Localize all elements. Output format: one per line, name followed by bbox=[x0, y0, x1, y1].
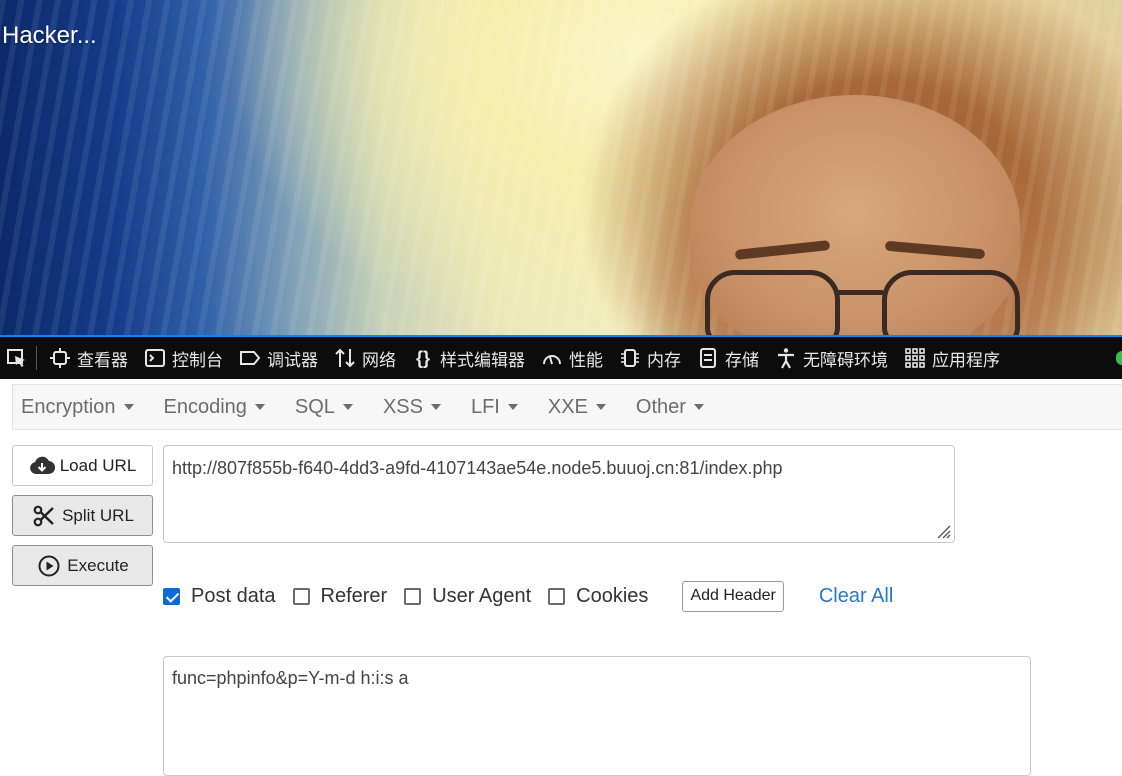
devtools-tab-memory[interactable]: 内存 bbox=[613, 337, 691, 379]
inspector-icon bbox=[49, 347, 71, 369]
post-data-option[interactable]: Post data bbox=[163, 585, 276, 608]
menu-label: Encoding bbox=[163, 395, 247, 418]
element-picker-icon[interactable] bbox=[0, 337, 34, 379]
devtools-tab-console[interactable]: 控制台 bbox=[138, 337, 233, 379]
devtools-tab-label: 网络 bbox=[362, 350, 396, 370]
page-background-image: Hacker... bbox=[0, 0, 1122, 335]
clear-all-link[interactable]: Clear All bbox=[819, 585, 893, 608]
menu-label: SQL bbox=[294, 395, 335, 418]
user-agent-option[interactable]: User Agent bbox=[404, 585, 531, 608]
load-url-label: Load URL bbox=[59, 455, 137, 475]
page-overlay-text: Hacker... bbox=[2, 22, 97, 49]
request-options-row: Post data Referer User Agent Cookies Add… bbox=[163, 580, 893, 612]
toolbar-separator bbox=[36, 346, 37, 370]
devtools-tab-label: 控制台 bbox=[172, 350, 223, 370]
debugger-icon bbox=[239, 347, 261, 369]
menu-label: XSS bbox=[382, 395, 423, 418]
resize-grip-icon[interactable] bbox=[933, 521, 951, 539]
referer-checkbox[interactable] bbox=[292, 587, 310, 605]
split-url-button[interactable]: Split URL bbox=[12, 495, 153, 536]
menu-other[interactable]: Other bbox=[628, 396, 712, 419]
split-url-label: Split URL bbox=[62, 505, 134, 525]
devtools-tab-label: 存储 bbox=[725, 350, 759, 370]
menu-xxe[interactable]: XXE bbox=[540, 396, 614, 419]
post-data-label: Post data bbox=[191, 584, 276, 607]
devtools-tab-debugger[interactable]: 调试器 bbox=[233, 337, 328, 379]
caret-down-icon bbox=[693, 404, 704, 410]
console-icon bbox=[144, 347, 166, 369]
caret-down-icon bbox=[254, 404, 265, 410]
image-glasses-bridge bbox=[834, 290, 884, 295]
post-data-checkbox[interactable] bbox=[163, 587, 180, 605]
menu-label: LFI bbox=[470, 395, 500, 418]
storage-icon bbox=[697, 347, 719, 369]
user-agent-checkbox[interactable] bbox=[404, 587, 422, 605]
cloud-download-icon bbox=[29, 455, 55, 477]
add-header-button[interactable]: Add Header bbox=[682, 580, 784, 612]
devtools-tab-storage[interactable]: 存储 bbox=[691, 337, 769, 379]
user-agent-label: User Agent bbox=[432, 584, 532, 607]
menu-label: Encryption bbox=[21, 395, 116, 418]
menu-label: XXE bbox=[547, 395, 588, 418]
image-glasses-left-lens bbox=[705, 270, 840, 335]
url-textarea[interactable]: http://807f855b-f640-4dd3-a9fd-4107143ae… bbox=[163, 445, 955, 543]
devtools-tab-application[interactable]: 应用程序 bbox=[898, 337, 1010, 379]
menu-label: Other bbox=[635, 395, 686, 418]
referer-label: Referer bbox=[320, 584, 388, 607]
scissors-icon bbox=[31, 505, 57, 527]
menu-lfi[interactable]: LFI bbox=[463, 396, 526, 419]
devtools-tab-style-editor[interactable]: {} 样式编辑器 bbox=[406, 337, 535, 379]
caret-down-icon bbox=[507, 404, 518, 410]
devtools-tab-label: 查看器 bbox=[77, 350, 128, 370]
devtools-tab-label: 调试器 bbox=[267, 350, 318, 370]
devtools-tab-performance[interactable]: 性能 bbox=[535, 337, 613, 379]
caret-down-icon bbox=[342, 404, 353, 410]
devtools-tab-label: 无障碍环境 bbox=[803, 350, 888, 370]
accessibility-icon bbox=[775, 347, 797, 369]
devtools-tab-label: 性能 bbox=[569, 350, 603, 370]
caret-down-icon bbox=[430, 404, 441, 410]
devtools-tab-label: 内存 bbox=[647, 350, 681, 370]
menu-xss[interactable]: XSS bbox=[375, 396, 449, 419]
post-body-text: func=phpinfo&p=Y-m-d h:i:s a bbox=[172, 668, 409, 688]
devtools-tab-accessibility[interactable]: 无障碍环境 bbox=[769, 337, 898, 379]
style-editor-icon: {} bbox=[415, 347, 430, 368]
devtools-tab-network[interactable]: 网络 bbox=[328, 337, 406, 379]
devtools-tab-label: 样式编辑器 bbox=[440, 350, 525, 370]
devtools-tab-inspector[interactable]: 查看器 bbox=[43, 337, 138, 379]
performance-icon bbox=[541, 347, 563, 369]
devtools-tab-label: 应用程序 bbox=[932, 350, 1000, 370]
url-text: http://807f855b-f640-4dd3-a9fd-4107143ae… bbox=[172, 458, 783, 478]
application-icon bbox=[904, 347, 926, 369]
load-url-button[interactable]: Load URL bbox=[12, 445, 153, 486]
caret-down-icon bbox=[595, 404, 606, 410]
cookies-label: Cookies bbox=[576, 584, 649, 607]
menu-encryption[interactable]: Encryption bbox=[13, 396, 142, 419]
play-circle-icon bbox=[36, 555, 62, 577]
referer-option[interactable]: Referer bbox=[292, 584, 388, 608]
post-body-textarea[interactable]: func=phpinfo&p=Y-m-d h:i:s a bbox=[163, 656, 1031, 776]
status-indicator-dot bbox=[1116, 351, 1122, 365]
hackbar-menu-bar: Encryption Encoding SQL XSS LFI XXE Othe… bbox=[12, 384, 1122, 430]
execute-button[interactable]: Execute bbox=[12, 545, 153, 586]
image-glasses-right-lens bbox=[882, 270, 1020, 335]
execute-label: Execute bbox=[67, 555, 129, 575]
network-icon bbox=[334, 347, 356, 369]
cookies-checkbox[interactable] bbox=[548, 587, 566, 605]
caret-down-icon bbox=[123, 404, 134, 410]
cookies-option[interactable]: Cookies bbox=[548, 585, 648, 608]
memory-icon bbox=[619, 347, 641, 369]
menu-encoding[interactable]: Encoding bbox=[156, 396, 273, 419]
devtools-toolbar: 查看器 控制台 调试器 网络 {} 样式编辑器 性能 内存 存储 无障碍环境 应… bbox=[0, 335, 1122, 379]
menu-sql[interactable]: SQL bbox=[287, 396, 361, 419]
